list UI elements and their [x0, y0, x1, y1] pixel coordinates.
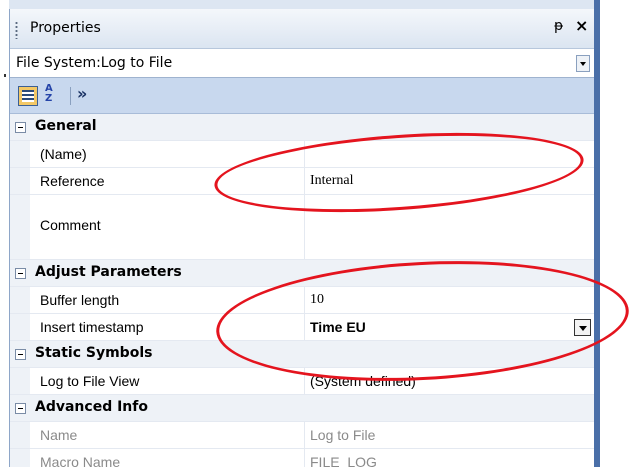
property-label: Name [40, 427, 78, 443]
toolbar-separator [70, 87, 71, 105]
row-gutter [10, 449, 30, 467]
chevron-down-icon[interactable] [576, 55, 590, 72]
property-label: Buffer length [40, 292, 120, 308]
property-macro-name[interactable]: Macro Name FILE_LOG [10, 449, 594, 467]
collapse-icon[interactable] [15, 122, 26, 133]
property-value: FILE_LOG [310, 454, 377, 467]
panel-titlebar[interactable]: Properties ᵽ × [10, 9, 594, 49]
row-gutter [10, 287, 30, 313]
property-adv-name[interactable]: Name Log to File [10, 422, 594, 449]
alpha-bottom: Z [45, 93, 53, 104]
alphabetical-sort-icon[interactable]: A Z [45, 84, 63, 108]
property-label: Macro Name [40, 454, 121, 467]
window-top-strip [9, 0, 594, 9]
property-label: Reference [40, 173, 105, 189]
close-icon[interactable]: × [575, 16, 588, 35]
category-label: General [35, 118, 97, 134]
row-gutter [10, 422, 30, 448]
row-gutter [10, 314, 30, 340]
row-gutter [10, 141, 30, 167]
collapse-icon[interactable] [15, 349, 26, 360]
panel-title: Properties [30, 20, 101, 36]
column-divider [304, 422, 305, 448]
categorized-view-icon[interactable] [18, 86, 38, 106]
row-gutter [10, 168, 30, 194]
column-divider [304, 449, 305, 467]
selected-object: File System:Log to File [16, 55, 173, 71]
more-icon[interactable]: » [77, 84, 87, 103]
collapse-icon[interactable] [15, 268, 26, 279]
category-label: Adjust Parameters [35, 264, 182, 280]
object-selector[interactable]: File System:Log to File [10, 49, 594, 78]
collapse-icon[interactable] [15, 403, 26, 414]
properties-toolbar: A Z » [10, 78, 594, 114]
category-label: Static Symbols [35, 345, 153, 361]
property-label: Insert timestamp [40, 319, 144, 335]
property-label: Log to File View [40, 373, 140, 389]
property-label: Comment [40, 217, 101, 233]
category-label: Advanced Info [35, 399, 148, 415]
pin-icon[interactable]: ᵽ [554, 18, 563, 34]
window-frame-right [594, 0, 600, 467]
drag-grip-icon[interactable] [15, 21, 18, 39]
properties-panel: Properties ᵽ × File System:Log to File A… [9, 9, 594, 467]
edge-marker [4, 74, 6, 77]
category-advanced-info[interactable]: Advanced Info [10, 395, 594, 422]
property-label: (Name) [40, 146, 87, 162]
row-gutter [10, 195, 30, 259]
row-gutter [10, 368, 30, 394]
property-value: Log to File [310, 427, 376, 443]
